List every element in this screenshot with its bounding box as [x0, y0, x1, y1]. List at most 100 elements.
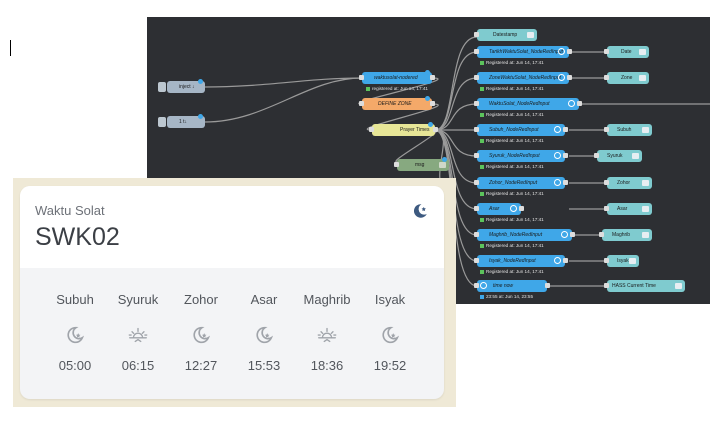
prayer-column-isyak: Isyak 19:52 — [360, 292, 420, 373]
node-label: Maghrib_NodeRedInput — [489, 232, 543, 238]
node-status: Registered at: Jun 14, 17:41 — [480, 243, 544, 248]
prayer-time: 18:36 — [310, 358, 344, 373]
datestamp-node[interactable]: Datestamp — [474, 29, 537, 41]
changed-indicator — [428, 122, 433, 127]
inject-trigger-button[interactable] — [158, 117, 166, 127]
prayer-name: Subuh — [56, 292, 94, 307]
node-status: Registered at: Jun 14, 17:41 — [480, 112, 544, 117]
node-label: WaktuSolat_NodeRedInput — [489, 101, 550, 107]
maghrib-input-node[interactable]: Maghrib_NodeRedInput — [474, 229, 575, 241]
node-label: Asar — [489, 206, 500, 212]
prayer-time: 05:00 — [58, 358, 92, 373]
prayer-time: 12:27 — [184, 358, 218, 373]
changed-indicator — [442, 157, 447, 162]
node-label: msg — [415, 162, 425, 168]
prayer-time: 19:52 — [373, 358, 407, 373]
node-status: Registered at: Jun 14, 17:41 — [480, 60, 544, 65]
syuruk-input-node[interactable]: Syuruk_NodeRedInput — [474, 150, 568, 162]
prayer-column-asar: Asar 15:53 — [234, 292, 294, 373]
prayer-column-maghrib: Maghrib 18:36 — [297, 292, 357, 373]
subuh-output-node[interactable]: Subuh — [604, 124, 652, 136]
clock-icon — [480, 282, 487, 289]
node-label: DEFINE ZONE — [378, 101, 412, 107]
node-label: 1 t↓ — [179, 119, 188, 125]
node-status: Registered at: Jun 14, 17:41 — [480, 138, 544, 143]
waktusolat-nodered-node[interactable]: waktusolat-nodered — [359, 70, 435, 84]
date-output-node[interactable]: Date — [604, 46, 649, 58]
msg-debug-node[interactable]: msg — [394, 157, 449, 171]
node-label: time now — [493, 283, 514, 289]
zone-output-node[interactable]: Zone — [604, 72, 649, 84]
node-status: Registered at: Jun 14, 17:41 — [480, 269, 544, 274]
inject-node[interactable]: inject ↓ — [158, 79, 205, 93]
node-label: Maghrib — [612, 232, 631, 238]
asar-input-node[interactable]: Asar — [474, 203, 524, 215]
inject-trigger-button[interactable] — [158, 82, 166, 92]
zone-id: SWK02 — [35, 223, 120, 251]
node-label: Isyak — [617, 258, 629, 264]
prayer-name: Maghrib — [303, 292, 351, 307]
moon-star-icon — [413, 204, 427, 218]
changed-indicator — [198, 114, 203, 119]
changed-indicator — [198, 79, 203, 84]
zohor-output-node[interactable]: Zohor — [604, 177, 652, 189]
node-status: registered at: Jun 14, 17:41 — [366, 86, 428, 91]
waktu-solat-card[interactable]: Waktu Solat SWK02 Subuh 05:00 Syuruk 06:15 Z… — [20, 186, 444, 399]
node-label: Isyak_NodeRedInput — [489, 258, 536, 264]
node-status: Registered at: Jun 14, 17:41 — [480, 217, 544, 222]
prayer-name: Isyak — [374, 292, 406, 307]
inject-1t-node[interactable]: 1 t↓ — [158, 114, 205, 128]
time-now-node[interactable]: time now — [474, 280, 550, 292]
node-status: Registered at: Jun 14, 17:41 — [480, 191, 544, 196]
prayer-time: 15:53 — [247, 358, 281, 373]
zone-input-node[interactable]: ZoneWaktuSolat_NodeRedInput — [474, 72, 572, 84]
moon-star-icon — [382, 326, 400, 344]
isyak-input-node[interactable]: Isyak_NodeRedInput — [474, 255, 568, 267]
changed-indicator — [425, 70, 430, 75]
zohor-input-node[interactable]: Zohor_NodeRedInput — [474, 177, 568, 189]
tarikh-input-node[interactable]: TarikhWaktuSolat_NodeRedInput — [474, 46, 572, 58]
prayer-times-node[interactable]: Prayer Times — [369, 122, 438, 136]
node-label: Syuruk — [607, 153, 623, 159]
node-label: Syuruk_NodeRedInput — [489, 153, 540, 159]
node-label: inject ↓ — [179, 84, 195, 90]
prayer-name: Syuruk — [117, 292, 159, 307]
node-label: Zone — [621, 75, 633, 81]
isyak-output-node[interactable]: Isyak — [604, 255, 639, 267]
prayer-column-subuh: Subuh 05:00 — [45, 292, 105, 373]
node-label: Datestamp — [493, 32, 518, 38]
node-status: Registered at: Jun 14, 17:41 — [480, 164, 544, 169]
asar-output-node[interactable]: Asar — [604, 203, 652, 215]
define-zone-node[interactable]: DEFINE ZONE — [359, 96, 435, 110]
hass-current-time-node[interactable]: HASS Current Time — [604, 280, 685, 292]
node-label: HASS Current Time — [612, 283, 656, 289]
sunrise-icon — [317, 327, 337, 343]
node-status: 23:55 at: Jun 14, 23:55 — [480, 294, 533, 299]
waktu-input-node[interactable]: WaktuSolat_NodeRedInput — [474, 98, 582, 110]
card-header: Waktu Solat SWK02 — [20, 186, 444, 268]
node-label: Subuh_NodeRedInput — [489, 127, 539, 133]
node-label: Zohor — [617, 180, 631, 186]
sunrise-icon — [128, 327, 148, 343]
moon-star-icon — [256, 326, 274, 344]
node-label: Zohor_NodeRedInput — [489, 180, 538, 186]
prayer-name: Asar — [250, 292, 278, 307]
syuruk-output-node[interactable]: Syuruk — [594, 150, 642, 162]
prayer-column-syuruk: Syuruk 06:15 — [108, 292, 168, 373]
node-label: Asar — [617, 206, 628, 212]
moon-star-icon — [193, 326, 211, 344]
node-status: Registered at: Jun 14, 17:41 — [480, 86, 544, 91]
node-label: Prayer Times — [400, 127, 430, 133]
node-label: Date — [621, 49, 632, 55]
prayer-column-zohor: Zohor 12:27 — [171, 292, 231, 373]
card-title: Waktu Solat — [35, 203, 105, 218]
node-label: waktusolat-nodered — [374, 75, 418, 81]
node-label: ZoneWaktuSolat_NodeRedInput — [489, 75, 561, 81]
text-cursor — [10, 40, 11, 56]
moon-star-icon — [67, 326, 85, 344]
node-label: TarikhWaktuSolat_NodeRedInput — [489, 49, 563, 55]
node-label: Subuh — [617, 127, 632, 133]
prayer-time: 06:15 — [121, 358, 155, 373]
subuh-input-node[interactable]: Subuh_NodeRedInput — [474, 124, 568, 136]
maghrib-output-node[interactable]: Maghrib — [599, 229, 652, 241]
